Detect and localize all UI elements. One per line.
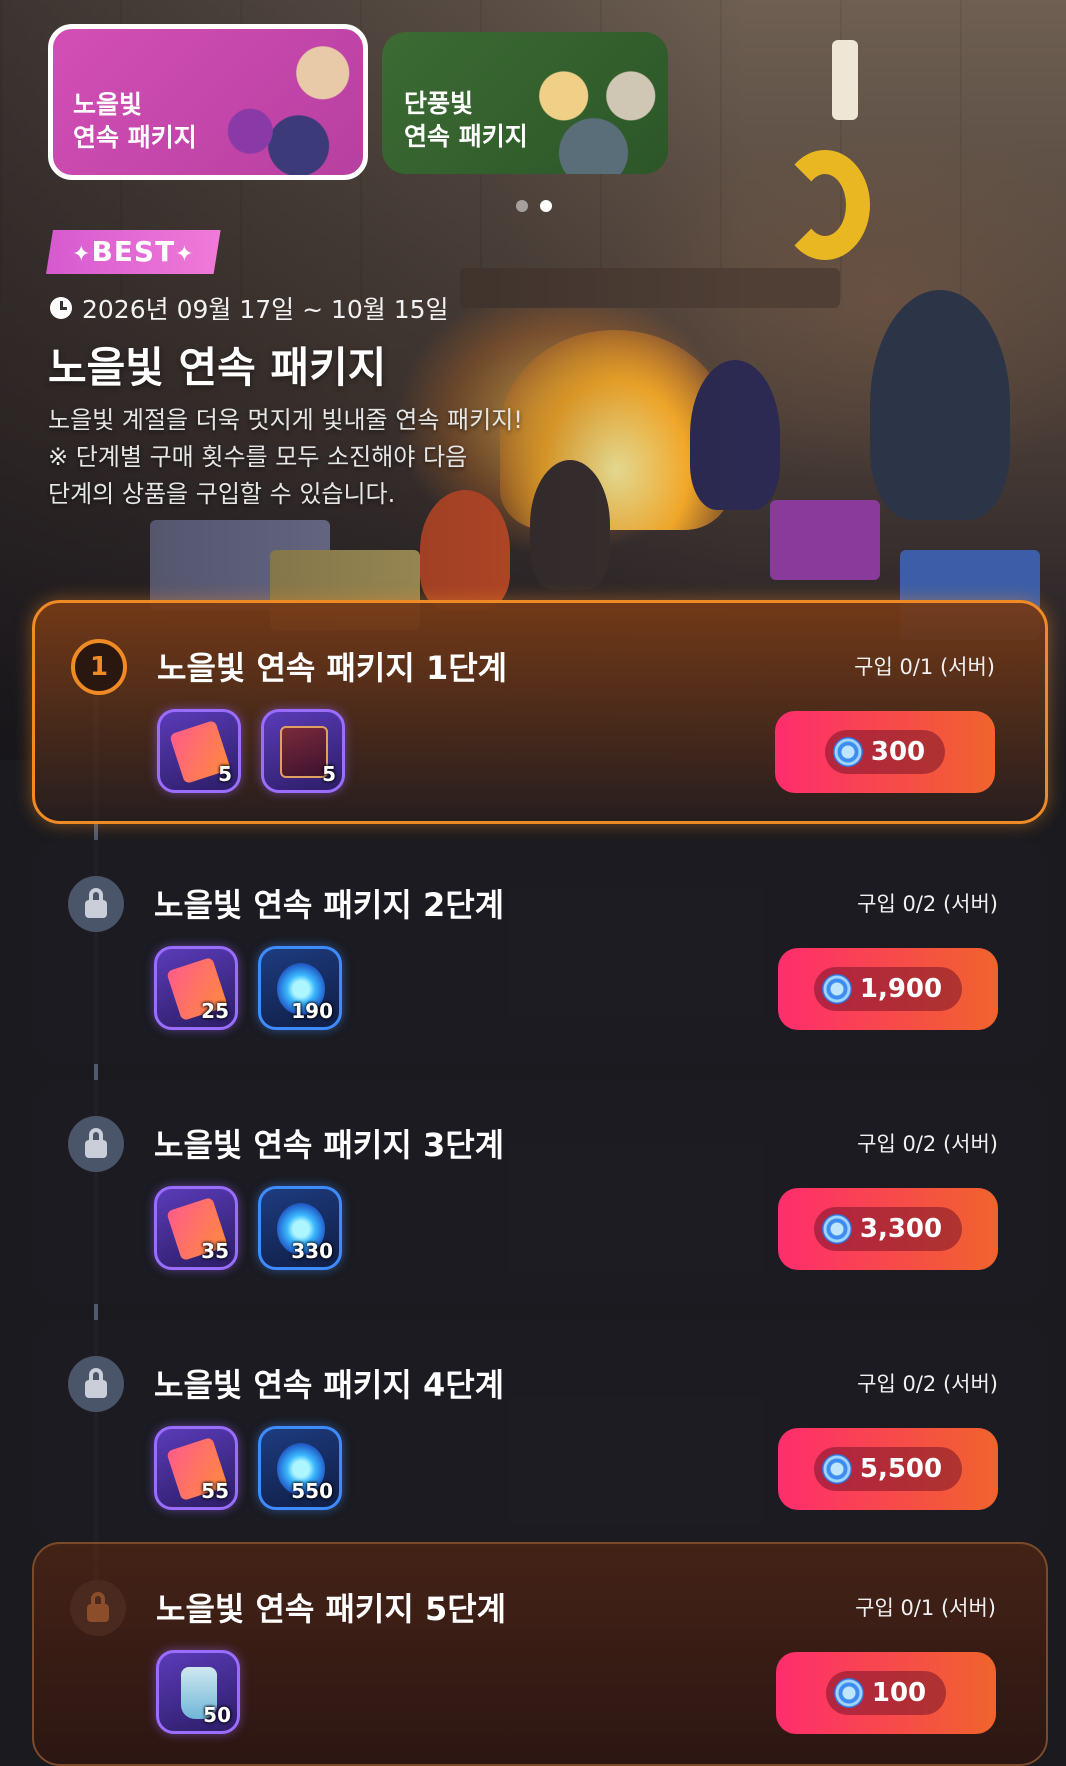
lock-icon (85, 1368, 107, 1398)
buy-button[interactable]: 3,300 (778, 1188, 998, 1270)
price-value: 1,900 (859, 974, 943, 1004)
banner-art (201, 29, 363, 175)
package-title: 노을빛 연속 패키지 1단계 (157, 649, 508, 687)
sparkle-icon: ✦ (72, 242, 92, 267)
price-value: 300 (870, 737, 926, 767)
banner-art (519, 32, 668, 174)
buy-button[interactable]: 100 (776, 1652, 996, 1734)
reward-items: 35 330 (154, 1186, 342, 1270)
package-card-step-3: 노을빛 연속 패키지 3단계 구입 0/2 (서버) 35 330 3,300 (32, 1080, 1048, 1304)
clock-icon (50, 297, 72, 319)
step-lock-badge (70, 1580, 126, 1636)
reward-item[interactable]: 35 (154, 1186, 238, 1270)
step-number-badge: 1 (71, 639, 127, 695)
price-value: 100 (871, 1678, 927, 1708)
reward-item[interactable]: 25 (154, 946, 238, 1030)
reward-item[interactable]: 190 (258, 946, 342, 1030)
reward-items: 5 5 (157, 709, 345, 793)
sparkle-icon: ✦ (175, 242, 195, 267)
package-card-step-1: 1 노을빛 연속 패키지 1단계 구입 0/1 (서버) 5 5 300 (32, 600, 1048, 824)
best-badge: ✦BEST✦ (46, 230, 221, 274)
purchase-limit: 구입 0/2 (서버) (857, 1132, 998, 1156)
reward-item[interactable]: 5 (261, 709, 345, 793)
pagination-dot-active[interactable] (540, 200, 552, 212)
coin-icon (821, 1454, 852, 1484)
purchase-limit: 구입 0/1 (서버) (855, 1596, 996, 1620)
step-lock-badge (68, 1116, 124, 1172)
banner-tab-danpungbit[interactable]: 단풍빛 연속 패키지 (382, 32, 668, 174)
package-title: 노을빛 연속 패키지 4단계 (154, 1366, 505, 1404)
package-card-step-4: 노을빛 연속 패키지 4단계 구입 0/2 (서버) 55 550 5,500 (32, 1320, 1048, 1544)
banner-tab-label: 노을빛 연속 패키지 (73, 89, 197, 153)
coin-icon (821, 1214, 852, 1244)
purchase-limit: 구입 0/2 (서버) (857, 892, 998, 916)
banner-tab-noeulbit[interactable]: 노을빛 연속 패키지 (48, 24, 368, 180)
buy-button[interactable]: 1,900 (778, 948, 998, 1030)
lock-icon (87, 1592, 109, 1622)
step-lock-badge (68, 876, 124, 932)
lock-icon (85, 888, 107, 918)
reward-item[interactable]: 550 (258, 1426, 342, 1510)
coin-icon (833, 1678, 864, 1708)
package-title: 노을빛 연속 패키지 3단계 (154, 1126, 505, 1164)
lock-icon (85, 1128, 107, 1158)
package-title: 노을빛 연속 패키지 5단계 (156, 1590, 507, 1628)
reward-item[interactable]: 330 (258, 1186, 342, 1270)
reward-item[interactable]: 55 (154, 1426, 238, 1510)
purchase-limit: 구입 0/1 (서버) (854, 655, 995, 679)
page-title: 노을빛 연속 패키지 (48, 343, 387, 392)
coin-icon (832, 737, 863, 767)
buy-button[interactable]: 300 (775, 711, 995, 793)
price-value: 3,300 (859, 1214, 943, 1244)
banner-tab-label: 단풍빛 연속 패키지 (404, 88, 528, 152)
package-description: 노을빛 계절을 더욱 멋지게 빛내줄 연속 패키지! ※ 단계별 구매 횟수를 … (48, 406, 523, 508)
buy-button[interactable]: 5,500 (778, 1428, 998, 1510)
reward-item[interactable]: 5 (157, 709, 241, 793)
purchase-limit: 구입 0/2 (서버) (857, 1372, 998, 1396)
reward-items: 55 550 (154, 1426, 342, 1510)
sale-period: 2026년 09월 17일 ~ 10월 15일 (50, 290, 449, 326)
pagination-dot[interactable] (516, 200, 528, 212)
step-lock-badge (68, 1356, 124, 1412)
price-value: 5,500 (859, 1454, 943, 1484)
reward-items: 25 190 (154, 946, 342, 1030)
coin-icon (821, 974, 852, 1004)
reward-item[interactable]: 50 (156, 1650, 240, 1734)
period-text: 2026년 09월 17일 ~ 10월 15일 (82, 295, 449, 324)
carousel-pagination[interactable] (516, 200, 552, 212)
package-title: 노을빛 연속 패키지 2단계 (154, 886, 505, 924)
package-card-step-5: 노을빛 연속 패키지 5단계 구입 0/1 (서버) 50 100 (32, 1542, 1048, 1766)
card-icon (280, 726, 328, 778)
package-card-step-2: 노을빛 연속 패키지 2단계 구입 0/2 (서버) 25 190 1,900 (32, 840, 1048, 1064)
reward-items: 50 (156, 1650, 240, 1734)
